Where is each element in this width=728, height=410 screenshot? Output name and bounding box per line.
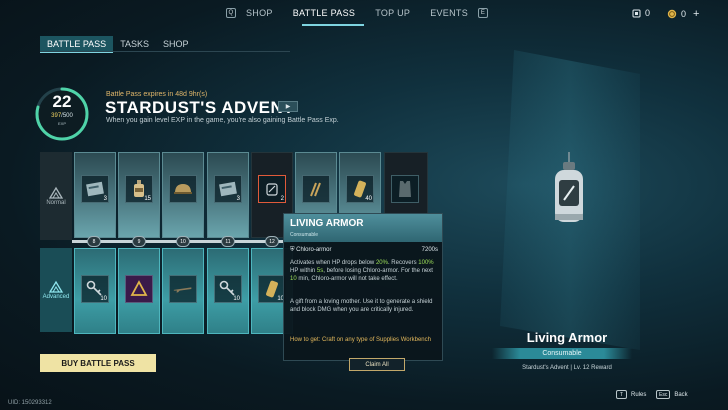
advanced-label: Advanced xyxy=(42,294,70,300)
tooltip-title: LIVING ARMOR xyxy=(290,218,364,229)
nav-top-up[interactable]: TOP UP xyxy=(365,8,420,18)
ticket-value: 0 xyxy=(645,8,651,18)
stat-name: Chloro-armor xyxy=(296,247,332,253)
tooltip-header: LIVING ARMOR Consumable xyxy=(284,214,442,242)
row-label-advanced: Advanced xyxy=(40,248,72,332)
level-node: 12 xyxy=(265,236,279,247)
item-tooltip: LIVING ARMOR Consumable ⛨ Chloro-armor 7… xyxy=(283,213,443,361)
back-label: Back xyxy=(674,391,688,398)
pass-description: When you gain level EXP in the game, you… xyxy=(106,117,339,124)
exp-current: 397 xyxy=(51,113,62,119)
item-quantity: 10 xyxy=(233,296,240,302)
tooltip-how-to-get: How to get: Craft on any type of Supplie… xyxy=(290,337,431,343)
reward-slot[interactable]: 3 xyxy=(214,175,242,203)
card-icon xyxy=(86,181,104,197)
normal-tier-icon xyxy=(48,186,64,199)
advanced-reward-cell[interactable]: 10 xyxy=(74,248,116,334)
tooltip-stat: ⛨ Chloro-armor 7200s xyxy=(290,247,438,254)
play-video-button[interactable]: ▶ xyxy=(278,101,298,112)
level-node: 8 xyxy=(87,236,101,247)
nav-active-underline xyxy=(302,24,364,26)
ticket-icon xyxy=(632,9,641,17)
reward-slot[interactable]: 15 xyxy=(125,175,153,203)
tooltip-type: Consumable xyxy=(290,232,319,238)
buy-battle-pass-button[interactable]: BUY BATTLE PASS xyxy=(40,354,156,372)
reward-slot[interactable]: 10 xyxy=(258,275,286,303)
exp-label: EXP xyxy=(57,121,66,126)
level-node: 10 xyxy=(176,236,190,247)
normal-reward-cell[interactable]: 15 xyxy=(118,152,160,238)
reward-slot[interactable]: 3 xyxy=(81,175,109,203)
rules-hint[interactable]: T Rules xyxy=(616,390,646,399)
card-icon xyxy=(219,181,237,197)
stat-value: 7200s xyxy=(421,247,438,253)
chloro-armor-icon xyxy=(266,183,278,196)
advanced-tier-icon xyxy=(48,280,64,293)
armor-vest-icon xyxy=(399,181,411,197)
exp-max: /500 xyxy=(61,113,73,119)
pass-level: 22 xyxy=(52,92,72,111)
nav-next-key[interactable]: E xyxy=(478,8,489,18)
normal-reward-cell[interactable]: 3 xyxy=(207,152,249,238)
normal-label: Normal xyxy=(46,200,66,206)
nav-events[interactable]: EVENTS xyxy=(420,8,478,18)
back-hint[interactable]: Esc Back xyxy=(656,390,688,399)
reward-type: Consumable xyxy=(492,348,632,359)
coin-value: 0 xyxy=(681,9,687,19)
claim-all-button[interactable]: Claim All xyxy=(349,358,405,371)
reward-slot[interactable] xyxy=(169,175,197,203)
coin-icon xyxy=(667,9,677,19)
expires-text: Battle Pass expires in 48d 9hr(s) xyxy=(106,91,208,98)
currency-coin: 0 + xyxy=(667,8,699,20)
reward-slot[interactable] xyxy=(169,275,197,303)
back-key: Esc xyxy=(656,390,671,399)
top-bar: Q SHOP BATTLE PASS TOP UP EVENTS E 0 0 + xyxy=(0,0,728,28)
main-nav: Q SHOP BATTLE PASS TOP UP EVENTS E xyxy=(226,8,489,18)
advanced-reward-cell[interactable] xyxy=(118,248,160,334)
ammo-icon xyxy=(310,182,321,197)
item-quantity: 40 xyxy=(365,196,372,202)
reward-slot[interactable] xyxy=(302,175,330,203)
living-armor-preview-icon xyxy=(555,152,583,222)
reward-slot[interactable]: 40 xyxy=(346,175,374,203)
normal-reward-cell[interactable]: 3 xyxy=(74,152,116,238)
rules-key: T xyxy=(616,390,627,399)
row-label-normal: Normal xyxy=(40,152,72,240)
item-quantity: 10 xyxy=(100,296,107,302)
level-node: 9 xyxy=(132,236,146,247)
item-quantity: 15 xyxy=(144,196,151,202)
level-node: 11 xyxy=(221,236,235,247)
reward-slot[interactable] xyxy=(125,275,153,303)
reward-source: Stardust's Advent | Lv. 12 Reward xyxy=(522,365,612,371)
item-quantity: 3 xyxy=(103,196,107,202)
pass-title: STARDUST'S ADVENT xyxy=(105,98,295,117)
reward-slot[interactable]: 2 xyxy=(258,175,286,203)
play-icon: ▶ xyxy=(285,104,291,110)
tooltip-lore: A gift from a loving mother. Use it to g… xyxy=(290,299,433,313)
reward-slot[interactable]: 10 xyxy=(214,275,242,303)
nav-shop[interactable]: SHOP xyxy=(236,8,283,18)
user-id: UID: 150293312 xyxy=(8,400,52,406)
nav-battle-pass[interactable]: BATTLE PASS xyxy=(283,8,366,18)
reward-slot[interactable]: 10 xyxy=(81,275,109,303)
exp-counter: 397/500 xyxy=(34,113,90,119)
rules-label: Rules xyxy=(631,391,647,398)
reward-name: Living Armor xyxy=(526,330,608,345)
badge-icon xyxy=(130,280,148,296)
item-quantity: 3 xyxy=(236,196,240,202)
tooltip-effect: Activates when HP drops below 20%. Recov… xyxy=(290,260,434,282)
helmet-icon xyxy=(174,184,192,194)
advanced-reward-cell[interactable] xyxy=(162,248,204,334)
normal-reward-cell[interactable] xyxy=(162,152,204,238)
nav-prev-key[interactable]: Q xyxy=(226,8,236,18)
advanced-reward-cell[interactable]: 10 xyxy=(207,248,249,334)
reward-slot[interactable] xyxy=(391,175,419,203)
subnav-divider xyxy=(40,51,290,52)
add-currency-icon[interactable]: + xyxy=(693,8,699,20)
item-quantity: 2 xyxy=(280,196,284,202)
currency-ticket: 0 xyxy=(632,8,650,18)
rifle-icon xyxy=(173,287,192,293)
